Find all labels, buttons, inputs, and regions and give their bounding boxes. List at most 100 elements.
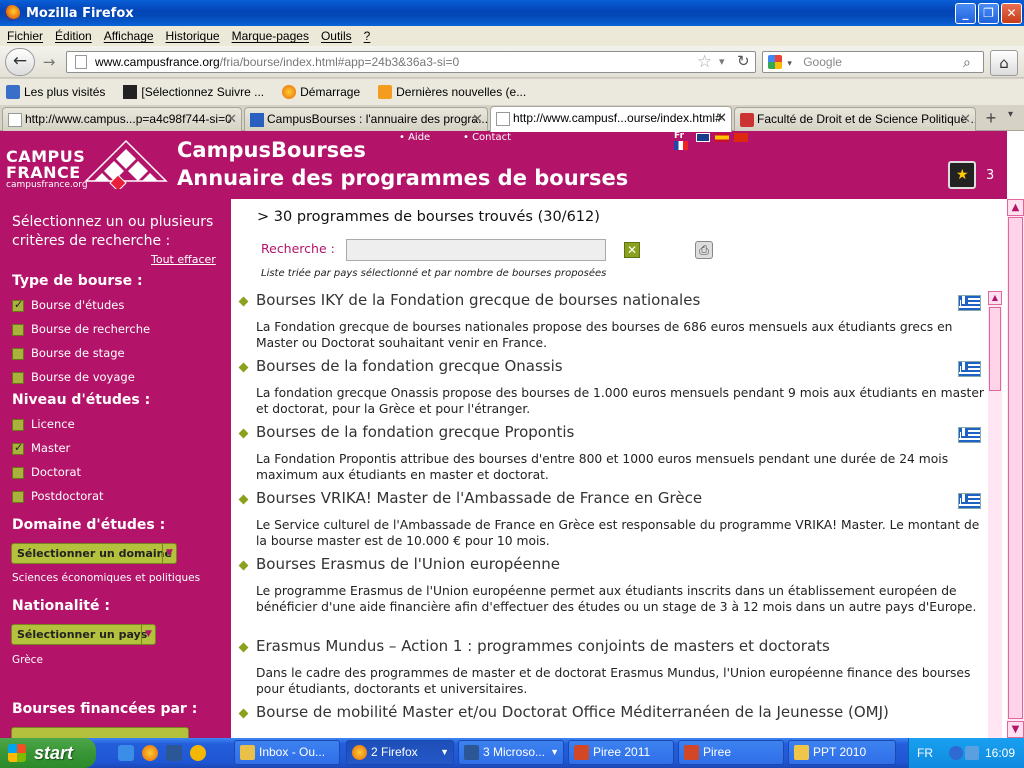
checkbox-checked[interactable] (12, 441, 24, 455)
new-tab-icon[interactable]: + (980, 108, 1002, 130)
result-title[interactable]: Bourse de mobilité Master et/ou Doctorat… (256, 703, 956, 721)
menu-affichage[interactable]: Affichage (104, 29, 154, 43)
search-icon[interactable]: ⌕ (963, 52, 971, 72)
result-title[interactable]: Bourses de la fondation grecque Onassis (256, 357, 563, 375)
select-country-button[interactable]: Sélectionner un pays ▼ (11, 624, 156, 645)
bookmark-rss-news[interactable]: Dernières nouvelles (e... (372, 85, 526, 99)
tab-4[interactable]: Faculté de Droit et de Science Politique… (734, 107, 976, 131)
clock: 16:09 (985, 746, 1016, 760)
reload-icon[interactable]: ↻ (737, 52, 750, 72)
greece-flag-icon (958, 361, 981, 377)
tab-1[interactable]: http://www.campus...p=a4c98f744-si=0 ✕ (2, 107, 242, 131)
url-bar[interactable]: www.campusfrance.org/fria/bourse/index.h… (66, 51, 756, 73)
quicklaunch-firefox-icon[interactable] (142, 745, 158, 761)
page-scrollbar[interactable]: ▲ ▼ (1007, 199, 1024, 738)
lang-fr-flag[interactable]: Fr (674, 131, 690, 151)
select-domain-button[interactable]: Sélectionner un domaine ▼ (11, 543, 177, 564)
forward-arrow-icon[interactable]: → (36, 50, 62, 76)
clear-all-link[interactable]: Tout effacer (151, 253, 216, 266)
result-title[interactable]: Bourses IKY de la Fondation grecque de b… (256, 291, 700, 309)
bookmark-selectionnez[interactable]: [Sélectionnez Suivre ... (117, 85, 264, 99)
quicklaunch-word-icon[interactable] (166, 745, 182, 761)
tray-network-icon[interactable] (965, 746, 979, 760)
bookmark-most-visited[interactable]: Les plus visités (0, 85, 105, 99)
menu-fichier[interactable]: Fichier (7, 29, 43, 43)
scroll-thumb[interactable] (1008, 217, 1023, 719)
home-icon[interactable]: ⌂ (990, 50, 1018, 76)
scroll-down-icon[interactable]: ▼ (1007, 721, 1024, 738)
tab-list-icon[interactable]: ▾ (1008, 109, 1013, 120)
close-button[interactable]: ✕ (1001, 3, 1022, 24)
maximize-button[interactable]: ❐ (978, 3, 999, 24)
checkbox[interactable] (12, 466, 24, 479)
lang-cn-flag[interactable] (734, 133, 748, 142)
menu-edition[interactable]: Édition (55, 29, 92, 43)
taskbar-item-inbox[interactable]: Inbox - Ou... (234, 740, 340, 765)
tray-help-icon[interactable] (949, 746, 963, 760)
help-link[interactable]: • Aide (399, 132, 430, 143)
checkbox[interactable] (12, 371, 24, 384)
taskbar-item-word[interactable]: 3 Microso... ▼ (458, 740, 564, 765)
bookmark-star-icon[interactable]: ☆ (697, 52, 712, 72)
filter-bourse-recherche[interactable]: Bourse de recherche (12, 322, 150, 336)
minimize-button[interactable]: _ (955, 3, 976, 24)
search-bar[interactable]: ▾ Google ⌕ (762, 51, 984, 73)
taskbar-item-piree[interactable]: Piree (678, 740, 784, 765)
result-title[interactable]: Bourses de la fondation grecque Proponti… (256, 423, 574, 441)
select-funder-button[interactable] (11, 727, 189, 738)
close-tab-icon[interactable]: ✕ (226, 111, 237, 127)
menu-outils[interactable]: Outils (321, 29, 352, 43)
checkbox-checked[interactable] (12, 298, 24, 312)
print-icon[interactable]: ⎙ (695, 241, 713, 259)
filter-doctorat[interactable]: Doctorat (12, 465, 81, 479)
tab-2[interactable]: CampusBourses : l'annuaire des progra...… (244, 107, 488, 131)
start-button[interactable]: start (0, 738, 96, 768)
page-icon (496, 112, 510, 126)
close-tab-icon[interactable]: ✕ (960, 111, 971, 127)
dropdown-arrow-icon[interactable]: ▾ (719, 52, 725, 72)
filter-bourse-stage[interactable]: Bourse de stage (12, 346, 125, 360)
contact-link[interactable]: • Contact (463, 132, 511, 143)
lang-es-flag[interactable] (715, 133, 729, 142)
level-heading: Niveau d'études : (12, 392, 151, 408)
scroll-thumb[interactable] (989, 307, 1001, 391)
url-host: www.campusfrance.org (95, 55, 220, 69)
result-title[interactable]: Erasmus Mundus – Action 1 : programmes c… (256, 637, 830, 655)
checkbox[interactable] (12, 347, 24, 360)
close-tab-icon[interactable]: ✕ (472, 111, 483, 127)
quicklaunch-desktop-icon[interactable] (118, 745, 134, 761)
menu-historique[interactable]: Historique (166, 29, 220, 43)
favorites-box-icon[interactable]: ★ (948, 161, 976, 189)
filter-licence[interactable]: Licence (12, 417, 75, 431)
filter-master[interactable]: Master (12, 441, 70, 455)
menu-marque-pages[interactable]: Marque-pages (232, 29, 309, 43)
checkbox[interactable] (12, 490, 24, 503)
taskbar-item-firefox[interactable]: 2 Firefox ▼ (346, 740, 454, 765)
menu-help[interactable]: ? (364, 29, 371, 43)
search-label: Recherche : (261, 241, 335, 256)
result-title[interactable]: Bourses Erasmus de l'Union européenne (256, 555, 560, 573)
filter-bourse-etudes[interactable]: Bourse d'études (12, 298, 124, 312)
taskbar-item-piree-2011[interactable]: Piree 2011 (568, 740, 674, 765)
filter-postdoctorat[interactable]: Postdoctorat (12, 489, 104, 503)
checkbox[interactable] (12, 418, 24, 431)
results-scrollbar[interactable]: ▲ (988, 291, 1002, 738)
close-tab-icon[interactable]: ✕ (716, 110, 727, 126)
scroll-up-icon[interactable]: ▲ (988, 291, 1002, 305)
search-input[interactable] (346, 239, 606, 261)
window-titlebar[interactable]: Mozilla Firefox _ ❐ ✕ (0, 0, 1024, 26)
bookmark-demarrage[interactable]: Démarrage (276, 85, 360, 99)
back-arrow-icon[interactable]: ← (5, 48, 35, 76)
clear-search-icon[interactable]: ✕ (624, 242, 640, 258)
language-indicator[interactable]: FR (917, 738, 933, 768)
checkbox[interactable] (12, 323, 24, 336)
lang-en-flag[interactable] (696, 133, 710, 142)
scroll-up-icon[interactable]: ▲ (1007, 199, 1024, 216)
quicklaunch-media-icon[interactable] (190, 745, 206, 761)
result-desc: La Fondation grecque de bourses national… (256, 320, 953, 350)
result-title[interactable]: Bourses VRIKA! Master de l'Ambassade de … (256, 489, 702, 507)
filter-bourse-voyage[interactable]: Bourse de voyage (12, 370, 135, 384)
tab-3-active[interactable]: http://www.campusf...ourse/index.html# ✕ (490, 106, 732, 132)
web-page: CAMPUS FRANCE campusfrance.org • Aide • … (0, 131, 1024, 738)
taskbar-item-ppt-2010[interactable]: PPT 2010 (788, 740, 896, 765)
